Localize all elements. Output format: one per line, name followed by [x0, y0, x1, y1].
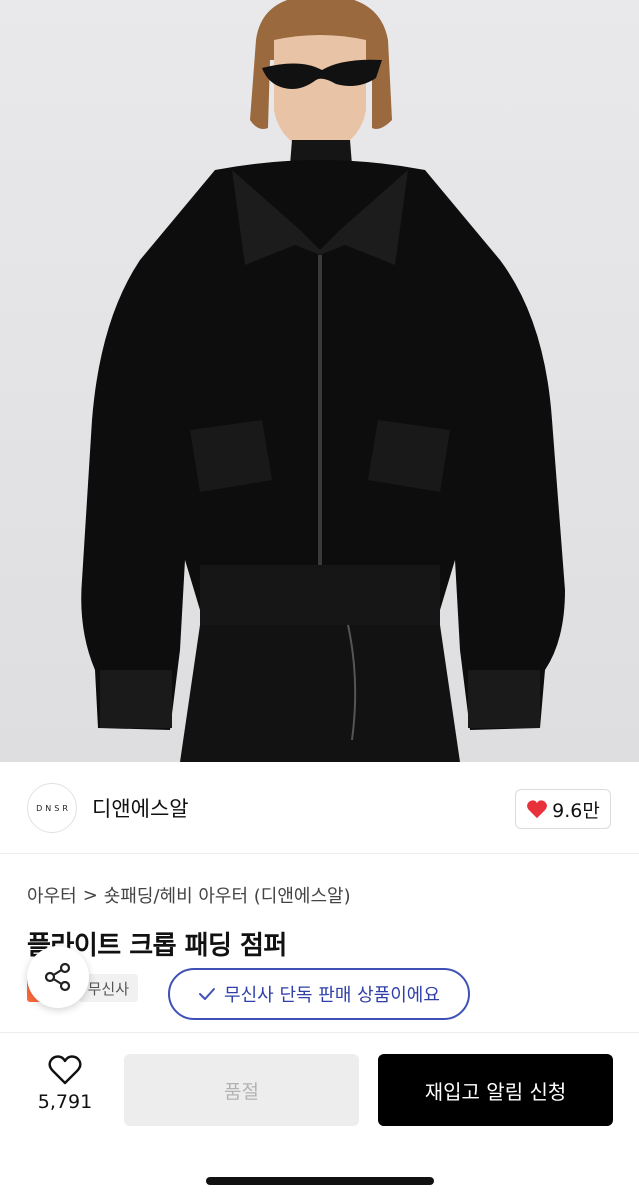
heart-icon	[527, 800, 548, 819]
wishlist-count: 5,791	[37, 1091, 93, 1113]
share-icon	[44, 962, 71, 992]
brand-logo[interactable]: DNSR	[27, 783, 77, 833]
bottom-action-bar: 5,791 품절 재입고 알림 신청	[0, 1032, 639, 1200]
share-button[interactable]	[27, 946, 89, 1008]
breadcrumb-separator: >	[82, 884, 98, 906]
wishlist-button[interactable]: 5,791	[20, 1055, 110, 1135]
tooltip-text: 무신사 단독 판매 상품이에요	[224, 985, 440, 1006]
brand-like-count: 9.6만	[552, 799, 600, 822]
breadcrumb-category[interactable]: 아우터	[27, 882, 77, 908]
breadcrumb-subcategory[interactable]: 숏패딩/헤비 아우터 (디앤에스알)	[104, 882, 351, 908]
brand-row: DNSR 디앤에스알 9.6만	[0, 762, 639, 854]
brand-name[interactable]: 디앤에스알	[92, 793, 189, 823]
restock-alert-button[interactable]: 재입고 알림 신청	[378, 1054, 613, 1126]
heart-outline-icon	[48, 1055, 82, 1085]
exclusive-tooltip[interactable]: 무신사 단독 판매 상품이에요	[168, 968, 470, 1020]
home-indicator	[206, 1177, 434, 1185]
breadcrumb: 아우터 > 숏패딩/헤비 아우터 (디앤에스알)	[27, 882, 351, 908]
soldout-button[interactable]: 품절	[124, 1054, 359, 1126]
product-image[interactable]	[0, 0, 639, 762]
check-icon	[199, 988, 216, 1000]
brand-like-button[interactable]: 9.6만	[515, 789, 611, 829]
brand-logo-text: DNSR	[36, 803, 71, 813]
